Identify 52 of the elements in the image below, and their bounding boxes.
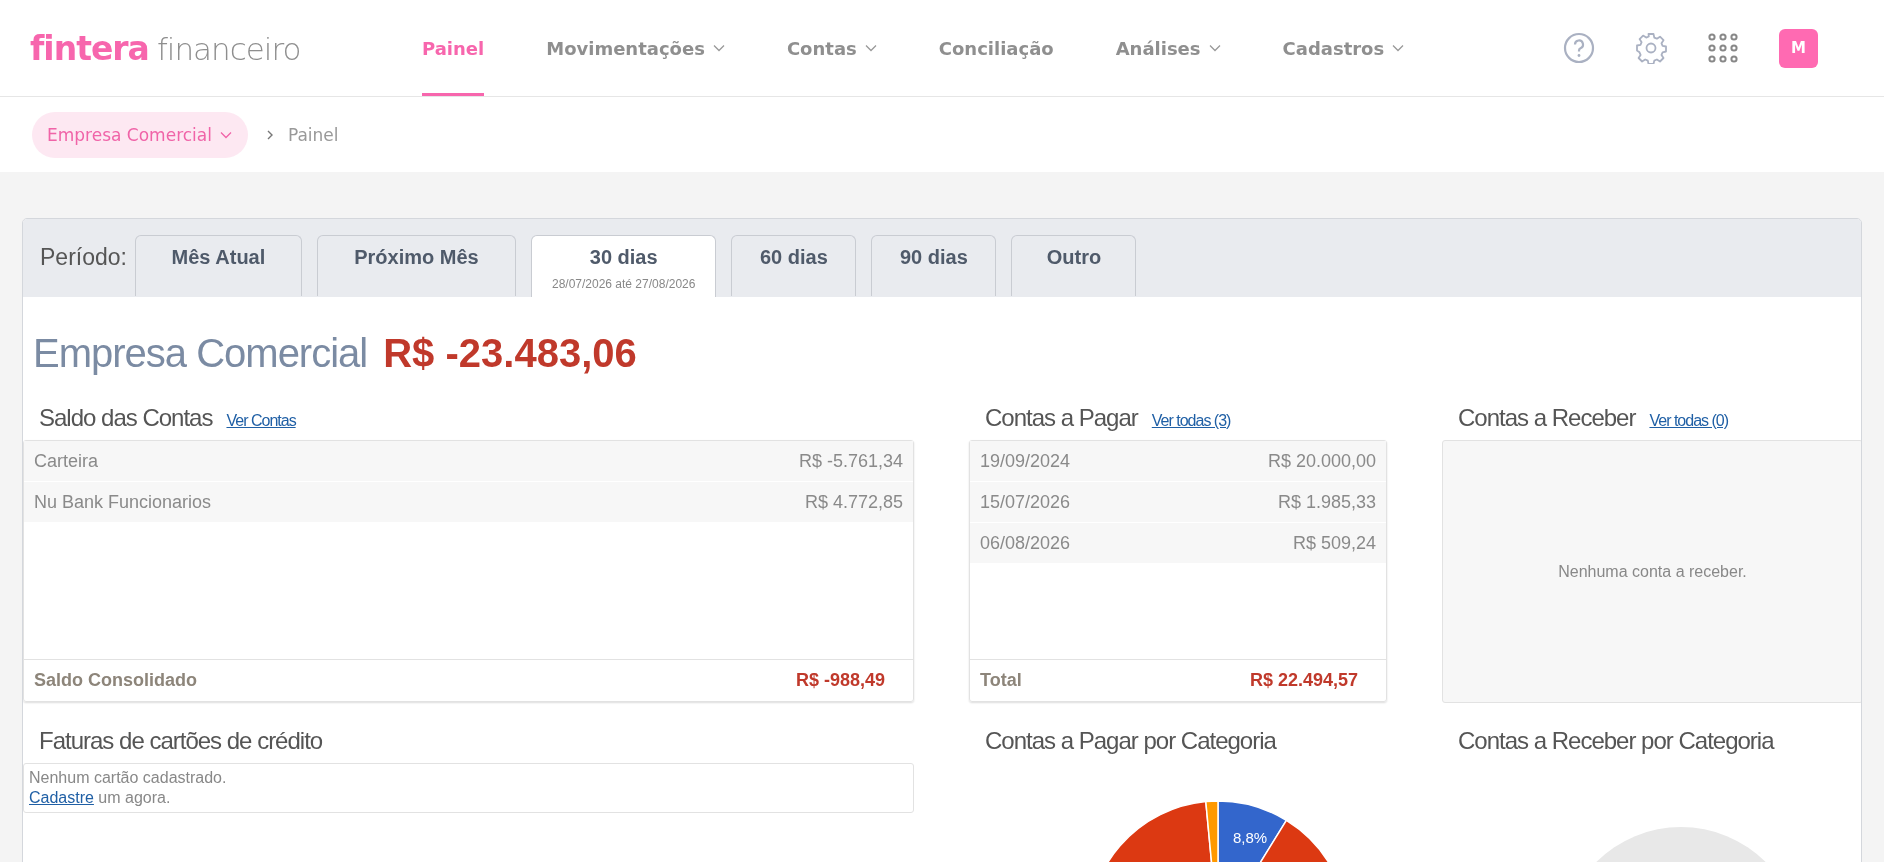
register-prompt: Cadastre um agora.	[29, 788, 172, 808]
period-tab[interactable]: 90 dias	[871, 235, 997, 296]
see-all-link[interactable]: Ver todas (0)	[1649, 412, 1729, 430]
period-tab[interactable]: 30 dias 28/07/2026 até 27/08/2026	[530, 235, 717, 297]
payable-row[interactable]: 06/08/2026 R$ 509,24	[970, 523, 1386, 564]
see-all-link[interactable]: Ver todas (3)	[1151, 412, 1231, 430]
nav-item[interactable]: Contas	[786, 0, 877, 96]
company-selector[interactable]: Empresa Comercial	[32, 111, 248, 158]
period-label: Período:	[40, 244, 127, 271]
total-value: R$ -988,49	[795, 670, 885, 691]
account-name: Nu Bank Funcionarios	[34, 491, 212, 513]
due-date: 15/07/2026	[980, 491, 1071, 513]
payable-amount: R$ 20.000,00	[1267, 450, 1376, 472]
due-date: 06/08/2026	[980, 532, 1071, 554]
account-row[interactable]: Carteira R$ -5.761,34	[24, 441, 913, 482]
section-title: Contas a Receber	[1458, 404, 1636, 432]
total-value: R$ 22.494,57	[1249, 670, 1358, 691]
total-label: Saldo Consolidado	[34, 670, 197, 691]
brand-logo[interactable]: fintera	[30, 28, 149, 68]
see-accounts-link[interactable]: Ver Contas	[226, 412, 296, 430]
section-title: Contas a Pagar por Categoria	[985, 727, 1276, 755]
account-name: Carteira	[34, 450, 99, 472]
period-tab[interactable]: Próximo Mês	[316, 235, 516, 296]
total-label: Total	[980, 670, 1022, 691]
nav-item[interactable]: Análises	[1115, 0, 1221, 96]
section-title: Contas a Receber por Categoria	[1458, 727, 1774, 755]
empty-message: Nenhuma conta a receber.	[1558, 562, 1747, 581]
nav-item[interactable]: Conciliação	[938, 0, 1054, 96]
brand-suffix: financeiro	[156, 30, 301, 67]
period-tab[interactable]: Outro	[1011, 235, 1137, 296]
payable-row[interactable]: 15/07/2026 R$ 1.985,33	[970, 482, 1386, 523]
nav-item[interactable]: Cadastros	[1282, 0, 1405, 96]
user-avatar[interactable]: M	[1779, 28, 1818, 68]
period-tab[interactable]: 60 dias	[731, 235, 857, 296]
payable-amount: R$ 1.985,33	[1277, 491, 1376, 513]
nav-item[interactable]: Movimentações	[546, 0, 725, 96]
account-balance: R$ 4.772,85	[804, 491, 903, 513]
empty-message: Nenhum cartão cadastrado.	[29, 768, 228, 788]
section-title: Contas a Pagar	[985, 404, 1138, 432]
company-name: Empresa Comercial	[33, 331, 368, 376]
register-link[interactable]: Cadastre	[29, 789, 94, 806]
breadcrumb-current: Painel	[287, 124, 339, 145]
due-date: 19/09/2024	[980, 450, 1071, 472]
account-balance: R$ -5.761,34	[798, 450, 903, 472]
total-balance: R$ -23.483,06	[383, 331, 637, 376]
slice-label: 8,8%	[1233, 829, 1268, 846]
section-title: Saldo das Contas	[39, 404, 213, 432]
payable-amount: R$ 509,24	[1292, 532, 1376, 554]
period-tab[interactable]: Mês Atual	[134, 235, 302, 296]
account-row[interactable]: Nu Bank Funcionarios R$ 4.772,85	[24, 482, 913, 523]
payable-row[interactable]: 19/09/2024 R$ 20.000,00	[970, 441, 1386, 482]
section-title: Faturas de cartões de crédito	[39, 727, 323, 755]
